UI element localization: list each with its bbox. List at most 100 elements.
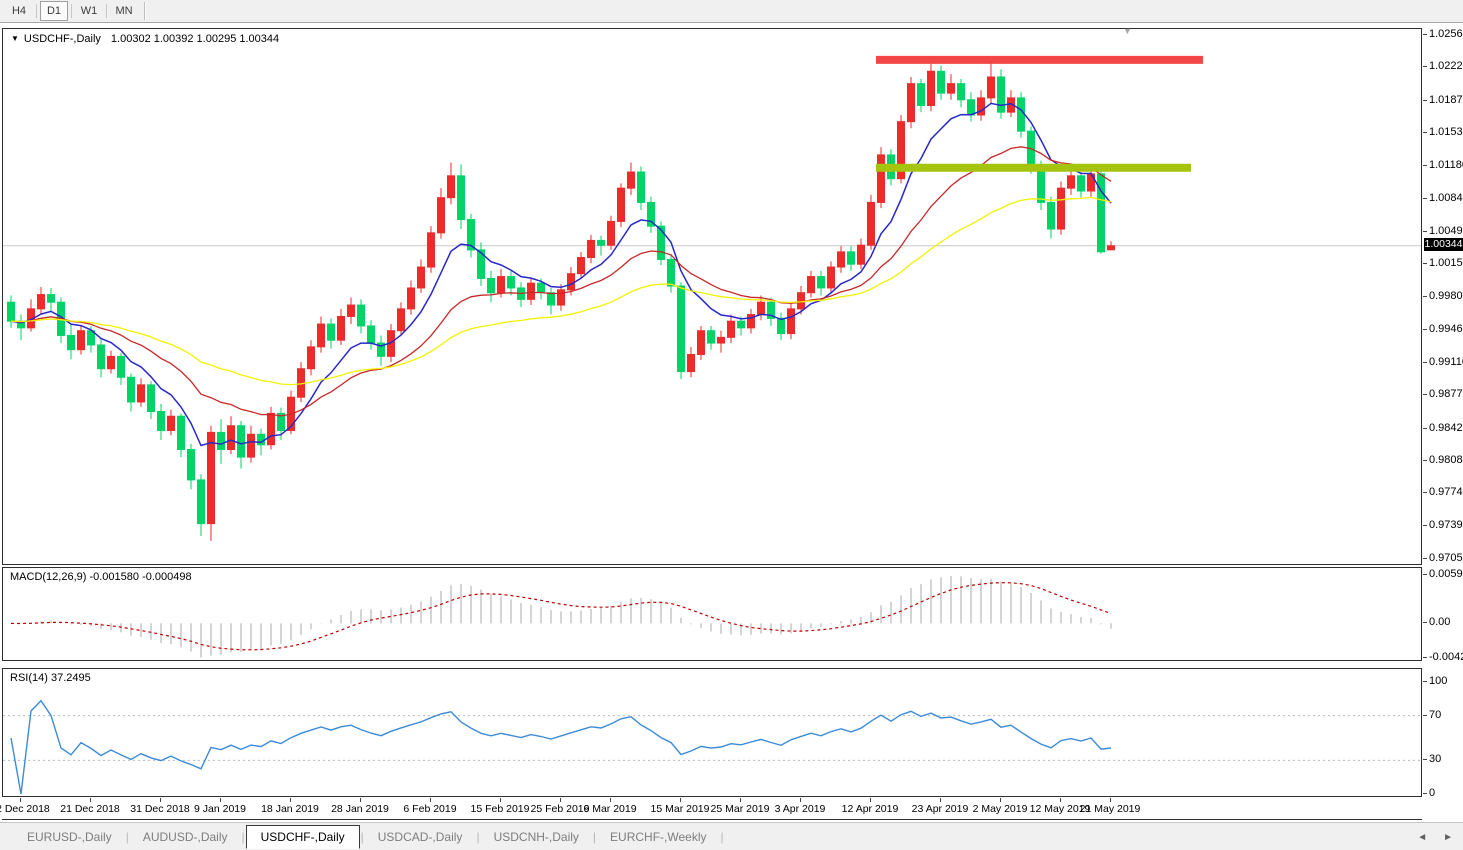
date-tick-mark	[680, 798, 681, 802]
chart-tab-bar: EURUSD-,Daily|AUDUSD-,Daily|USDCHF-,Dail…	[0, 822, 1463, 850]
date-tick-mark	[1110, 798, 1111, 802]
toolbar-separator	[71, 4, 72, 18]
tab-usdchf-daily[interactable]: USDCHF-,Daily	[246, 825, 360, 849]
price-tick-label: 1.00490	[1429, 225, 1463, 237]
price-tick-label: 0.98420	[1429, 422, 1463, 434]
macd-tick-label: 0.00597	[1429, 568, 1463, 580]
toolbar-group-separator	[144, 2, 146, 20]
date-tick-mark	[610, 798, 611, 802]
toolbar-separator	[106, 4, 107, 18]
period-toolbar: H4 D1 W1 MN	[0, 0, 1463, 23]
price-tick-mark	[1423, 492, 1427, 493]
price-tick-label: 0.98770	[1429, 388, 1463, 400]
date-tick-label: 15 Feb 2019	[471, 803, 530, 815]
date-tick-mark	[20, 798, 21, 802]
price-tick-mark	[1423, 296, 1427, 297]
chart-title: ▼ USDCHF-,Daily 1.00302 1.00392 1.00295 1.…	[11, 33, 279, 45]
price-tick-mark	[1423, 132, 1427, 133]
price-tick-label: 1.01530	[1429, 126, 1463, 138]
price-tick-mark	[1423, 34, 1427, 35]
rsi-label: RSI(14) 37.2495	[10, 672, 91, 684]
tab-audusd-daily[interactable]: AUDUSD-,Daily	[130, 826, 241, 848]
chart-menu-arrow-icon[interactable]: ▼	[11, 34, 19, 43]
price-tick-mark	[1423, 362, 1427, 363]
price-tick-mark	[1423, 428, 1427, 429]
price-axis[interactable]: 1.02560 1.02220 1.01870 1.01530 1.01180 1.008…	[1423, 28, 1463, 820]
price-tick-label: 1.00840	[1429, 192, 1463, 204]
date-tick-mark	[360, 798, 361, 802]
price-tick-label: 0.98080	[1429, 454, 1463, 466]
tab-scroll-left-icon[interactable]: ◄	[1417, 832, 1427, 843]
date-tick-mark	[870, 798, 871, 802]
date-tick-label: 3 Apr 2019	[775, 803, 826, 815]
tab-scroll-controls: ◄►	[1417, 823, 1453, 850]
price-tick-label: 1.00150	[1429, 257, 1463, 269]
tab-eurchf-weekly[interactable]: EURCHF-,Weekly	[597, 826, 719, 848]
macd-tick-label: 0.00	[1429, 616, 1450, 628]
toolbar-separator	[36, 4, 37, 18]
period-button-h4[interactable]: H4	[5, 1, 33, 21]
chart-symbol-label: USDCHF-,Daily	[24, 33, 101, 45]
price-tick-label: 0.99460	[1429, 323, 1463, 335]
price-tick-mark	[1423, 263, 1427, 264]
price-tick-label: 0.97050	[1429, 552, 1463, 564]
price-tick-mark	[1423, 198, 1427, 199]
tab-usdcad-daily[interactable]: USDCAD-,Daily	[365, 826, 476, 848]
current-price-badge: 1.00344	[1424, 238, 1463, 251]
date-tick-mark	[1000, 798, 1001, 802]
macd-tick-label: -0.004243	[1429, 651, 1463, 663]
macd-chart[interactable]	[3, 568, 1421, 660]
price-tick-label: 1.01870	[1429, 94, 1463, 106]
rsi-tick-label: 70	[1429, 709, 1441, 721]
price-tick-label: 1.02560	[1429, 28, 1463, 40]
rsi-tick-label: 30	[1429, 753, 1441, 765]
rsi-tick-label: 0	[1429, 787, 1435, 799]
candlestick-chart[interactable]	[3, 29, 1421, 564]
period-button-d1[interactable]: D1	[40, 1, 68, 21]
date-tick-label: 25 Feb 2019	[531, 803, 590, 815]
tab-scroll-right-icon[interactable]: ►	[1443, 832, 1453, 843]
chart-ohlc-values: 1.00302 1.00392 1.00295 1.00344	[111, 33, 279, 45]
price-tick-label: 1.02220	[1429, 60, 1463, 72]
period-button-w1[interactable]: W1	[75, 1, 103, 21]
chart-shift-marker-icon[interactable]: ▼	[1123, 26, 1132, 36]
date-tick-mark	[90, 798, 91, 802]
date-tick-mark	[560, 798, 561, 802]
date-tick-label: 6 Mar 2019	[583, 803, 636, 815]
price-tick-label: 0.99110	[1429, 356, 1463, 368]
rsi-value-line	[11, 701, 1111, 794]
date-tick-label: 12 Apr 2019	[842, 803, 899, 815]
tab-separator: |	[719, 830, 724, 844]
price-tick-label: 1.01180	[1429, 159, 1463, 171]
date-tick-label: 2 May 2019	[973, 803, 1028, 815]
tab-eurusd-daily[interactable]: EURUSD-,Daily	[14, 826, 125, 848]
price-tick-mark	[1423, 100, 1427, 101]
date-tick-label: 15 Mar 2019	[651, 803, 710, 815]
date-tick-mark	[940, 798, 941, 802]
price-tick-mark	[1423, 460, 1427, 461]
date-tick-mark	[220, 798, 221, 802]
date-tick-label: 9 Jan 2019	[194, 803, 246, 815]
main-chart-panel: ▼ USDCHF-,Daily 1.00302 1.00392 1.00295 1.…	[2, 28, 1422, 565]
price-tick-mark	[1423, 165, 1427, 166]
date-tick-label: 28 Jan 2019	[331, 803, 389, 815]
date-tick-mark	[740, 798, 741, 802]
rsi-chart[interactable]	[3, 669, 1421, 796]
macd-tick-mark	[1423, 657, 1427, 658]
rsi-tick-label: 100	[1429, 675, 1447, 687]
tab-usdcnh-daily[interactable]: USDCNH-,Daily	[481, 826, 592, 848]
date-tick-label: 23 Apr 2019	[912, 803, 969, 815]
date-tick-label: 25 Mar 2019	[711, 803, 770, 815]
macd-tick-mark	[1423, 622, 1427, 623]
price-tick-mark	[1423, 558, 1427, 559]
date-tick-mark	[800, 798, 801, 802]
date-tick-mark	[160, 798, 161, 802]
date-tick-mark	[500, 798, 501, 802]
date-tick-mark	[1060, 798, 1061, 802]
trading-terminal: H4 D1 W1 MN ▼ USDCHF-,Daily 1.00302 1.00392 1…	[0, 0, 1463, 850]
period-button-mn[interactable]: MN	[110, 1, 138, 21]
price-tick-mark	[1423, 525, 1427, 526]
date-axis[interactable]: 12 Dec 201821 Dec 201831 Dec 20189 Jan 2…	[2, 798, 1422, 820]
date-tick-label: 18 Jan 2019	[261, 803, 319, 815]
price-tick-mark	[1423, 231, 1427, 232]
